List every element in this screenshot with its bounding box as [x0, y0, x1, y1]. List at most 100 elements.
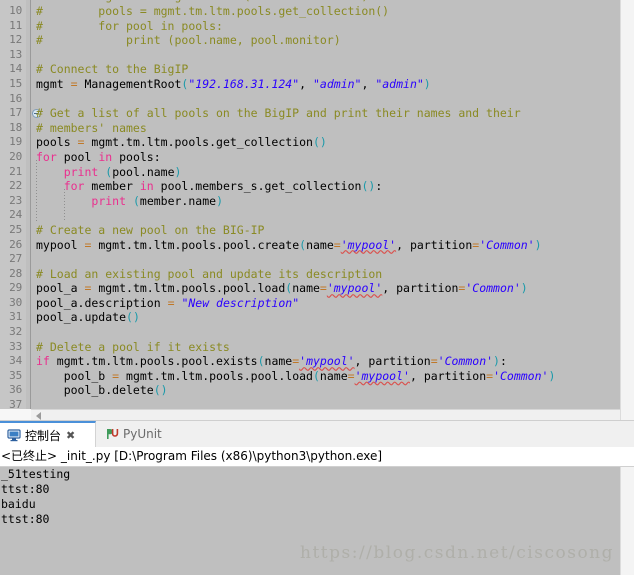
code-editor[interactable]: # mgmt = ManagementRoot('192.168.31.124'…: [0, 0, 634, 420]
tab-console[interactable]: 控制台 ✖: [0, 421, 96, 447]
gutter-separator: [30, 237, 31, 253]
code-line[interactable]: 37: [0, 398, 620, 409]
code-line[interactable]: 19 pools = mgmt.tm.ltm.pools.get_collecti…: [0, 135, 620, 150]
code-line[interactable]: 23 print (member.name): [0, 193, 620, 209]
gutter-separator: [30, 135, 31, 150]
line-number: 30: [0, 295, 26, 311]
code-line[interactable]: 36 pool_b.delete(): [0, 383, 620, 399]
gutter-separator: [30, 62, 31, 77]
code-line[interactable]: 10 # pools = mgmt.tm.ltm.pools.get_collec…: [0, 4, 620, 19]
gutter-separator: [30, 398, 31, 409]
line-number: 35: [0, 368, 26, 384]
editor-vertical-scrollbar[interactable]: [620, 0, 634, 420]
gutter-separator: [30, 339, 31, 355]
line-number: 34: [0, 354, 26, 369]
editor-left-strip: [0, 409, 31, 420]
code-line[interactable]: 24: [0, 208, 620, 223]
gutter-separator: [30, 252, 31, 267]
tab-pyunit[interactable]: PyUnit: [98, 421, 190, 447]
code-line[interactable]: 32: [0, 325, 620, 340]
code-line[interactable]: 22 for member in pool.members_s.get_coll…: [0, 179, 620, 194]
code-line[interactable]: 29 pool_a = mgmt.tm.ltm.pools.pool.load(n…: [0, 281, 620, 296]
code-line-text: # print (pool.name, pool.monitor): [36, 33, 341, 48]
bottom-panel-tab-bar: 控制台 ✖ PyUnit: [0, 421, 634, 447]
pyunit-icon: [105, 427, 119, 441]
code-line-text: print (pool.name): [63, 164, 182, 179]
code-line[interactable]: 16: [0, 91, 620, 107]
code-line-text: # for pool in pools:: [36, 18, 223, 33]
gutter-separator: [30, 164, 31, 180]
console-output-line: baidu: [1, 497, 36, 511]
console-output[interactable]: _51testing ttst:80 baidu ttst:80: [0, 467, 620, 575]
code-line[interactable]: 15 mgmt = ManagementRoot("192.168.31.124"…: [0, 76, 620, 92]
line-number: 32: [0, 325, 26, 340]
code-line-text: for member in pool.members_s.get_collect…: [63, 179, 383, 194]
gutter-separator: [30, 354, 31, 369]
code-line-text: if mgmt.tm.ltm.pools.pool.exists(name='m…: [36, 354, 507, 369]
scroll-left-arrow-icon[interactable]: [36, 412, 41, 420]
gutter-separator: [30, 193, 31, 209]
code-line[interactable]: 17 # Get a list of all pools on the BigIP…: [0, 106, 620, 121]
line-number: 23: [0, 193, 26, 209]
line-number: 31: [0, 310, 26, 326]
code-line[interactable]: 28 # Load an existing pool and update its…: [0, 266, 620, 282]
gutter-separator: [30, 208, 31, 223]
gutter-separator: [30, 149, 31, 165]
line-number: 18: [0, 120, 26, 136]
close-icon[interactable]: ✖: [66, 430, 75, 441]
code-line[interactable]: 11 # for pool in pools:: [0, 18, 620, 34]
console-process-header: <已终止> _init_.py [D:\Program Files (x86)\…: [0, 447, 634, 467]
code-line[interactable]: 25 # Create a new pool on the BIG-IP: [0, 222, 620, 238]
gutter-separator: [30, 106, 31, 121]
line-number: 21: [0, 164, 26, 180]
code-line[interactable]: 20 for pool in pools:: [0, 149, 620, 165]
code-line[interactable]: 21 print (pool.name): [0, 164, 620, 180]
line-number: 25: [0, 222, 26, 238]
code-scroll-area[interactable]: # mgmt = ManagementRoot('192.168.31.124'…: [0, 0, 620, 409]
line-number: 17: [0, 106, 26, 121]
code-line[interactable]: 12 # print (pool.name, pool.monitor): [0, 33, 620, 48]
line-number: 19: [0, 135, 26, 150]
line-number: 37: [0, 398, 26, 409]
line-number: 11: [0, 18, 26, 34]
code-line-text: pool_a.description = "New description": [36, 295, 300, 310]
code-line[interactable]: 34 if mgmt.tm.ltm.pools.pool.exists(name=…: [0, 354, 620, 369]
code-line-text: pool_b = mgmt.tm.ltm.pools.pool.load(nam…: [36, 368, 556, 383]
bottom-panel: 控制台 ✖ PyUnit <已终止> _init_.py [D:\Program…: [0, 420, 634, 575]
gutter-separator: [30, 18, 31, 34]
line-number: 13: [0, 47, 26, 63]
code-line[interactable]: 33 # Delete a pool if it exists: [0, 339, 620, 355]
line-number: 10: [0, 4, 26, 19]
line-number: 29: [0, 281, 26, 296]
gutter-separator: [30, 47, 31, 63]
gutter-separator: [30, 120, 31, 136]
code-line-text: for pool in pools:: [36, 149, 161, 164]
code-line-text: mypool = mgmt.tm.ltm.pools.pool.create(n…: [36, 237, 542, 252]
line-number: 22: [0, 179, 26, 194]
code-line[interactable]: 14 # Connect to the BigIP: [0, 62, 620, 77]
line-number: 27: [0, 252, 26, 267]
code-line[interactable]: 31 pool_a.update(): [0, 310, 620, 326]
code-line-text: pools = mgmt.tm.ltm.pools.get_collection…: [36, 135, 327, 150]
code-line[interactable]: 30 pool_a.description = "New description": [0, 295, 620, 311]
line-number: 24: [0, 208, 26, 223]
gutter-separator: [30, 4, 31, 19]
editor-horizontal-scrollbar[interactable]: [31, 409, 620, 420]
code-line-text: # pools = mgmt.tm.ltm.pools.get_collecti…: [36, 4, 390, 18]
code-line[interactable]: 26 mypool = mgmt.tm.ltm.pools.pool.create…: [0, 237, 620, 253]
gutter-separator: [30, 281, 31, 296]
code-line[interactable]: 18 # members' names: [0, 120, 620, 136]
code-line[interactable]: 13: [0, 47, 620, 63]
line-number: 14: [0, 62, 26, 77]
code-line-text: # Get a list of all pools on the BigIP a…: [36, 106, 521, 121]
gutter-separator: [30, 383, 31, 399]
gutter-separator: [30, 76, 31, 92]
console-vertical-scrollbar[interactable]: [620, 467, 634, 575]
code-line-text: # members' names: [36, 120, 147, 135]
tab-pyunit-label: PyUnit: [123, 427, 162, 441]
code-line[interactable]: 27: [0, 252, 620, 267]
code-line[interactable]: 35 pool_b = mgmt.tm.ltm.pools.pool.load(…: [0, 368, 620, 384]
code-line-text: mgmt = ManagementRoot("192.168.31.124", …: [36, 76, 431, 91]
gutter-separator: [30, 91, 31, 107]
console-output-line: ttst:80: [1, 482, 50, 496]
